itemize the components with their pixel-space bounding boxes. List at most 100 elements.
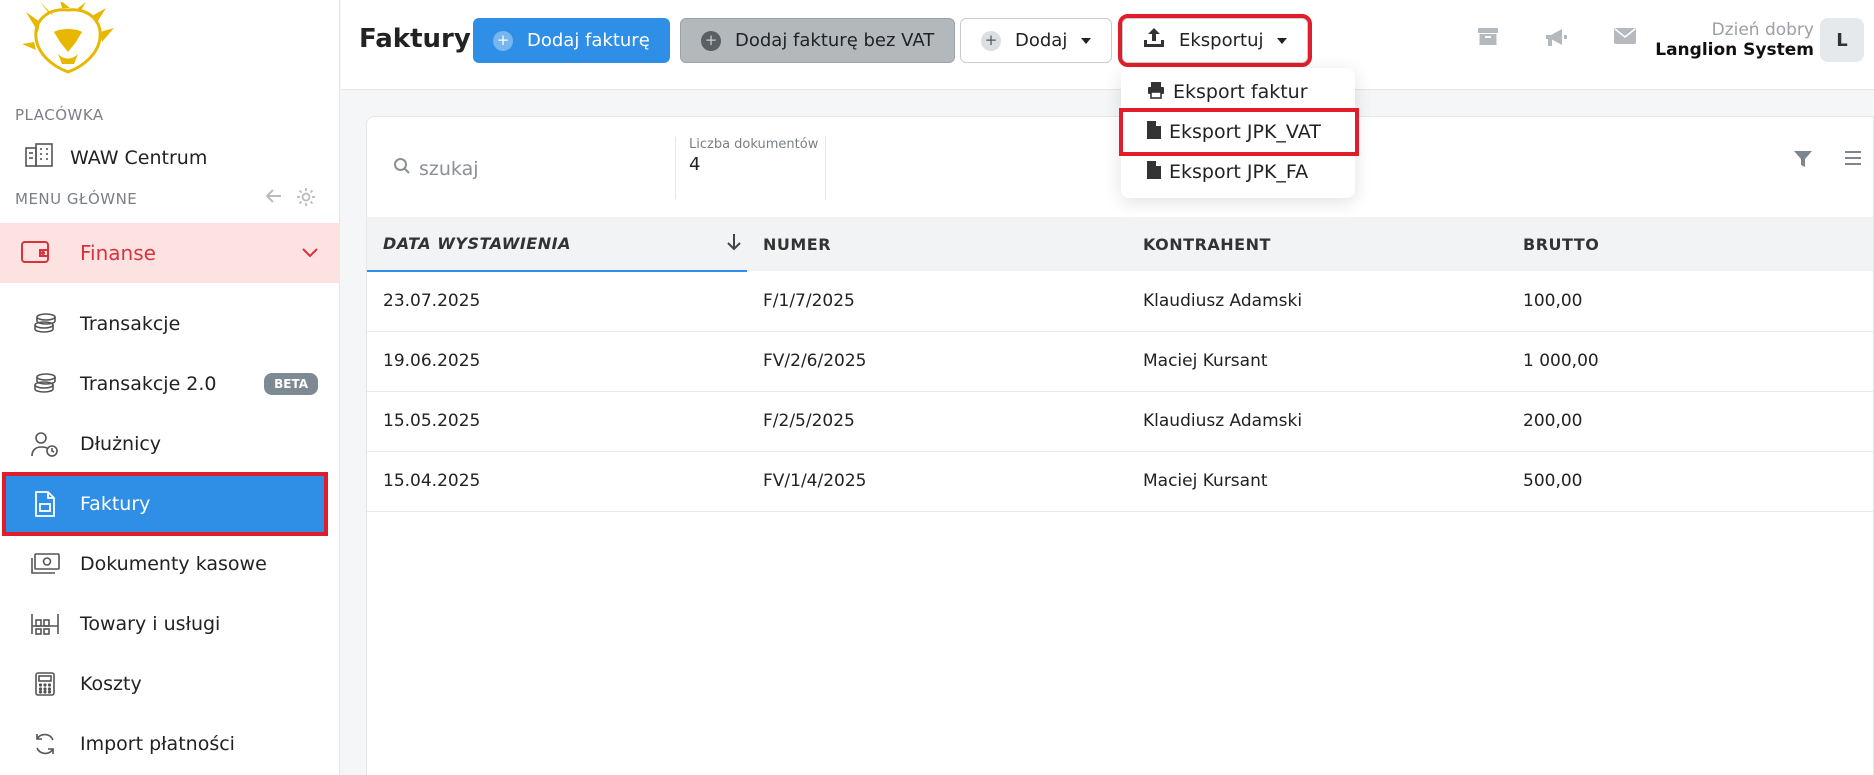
- building-icon: [24, 142, 54, 173]
- column-header-brutto[interactable]: BRUTTO: [1507, 217, 1873, 271]
- cash-banknote-icon: [30, 549, 60, 579]
- calculator-icon: [30, 669, 60, 699]
- add-label: Dodaj: [1015, 30, 1068, 51]
- sidebar-item-transakcje-2[interactable]: Transakcje 2.0 BETA: [0, 356, 340, 412]
- menu-item-label: Eksport JPK_VAT: [1169, 121, 1321, 143]
- cell-gross: 100,00: [1523, 290, 1583, 311]
- lion-logo-icon[interactable]: [18, 0, 118, 80]
- sidebar-item-label: Import płatności: [80, 733, 235, 755]
- cell-gross: 500,00: [1523, 471, 1583, 491]
- plus-circle-icon: +: [493, 30, 513, 51]
- caret-down-icon: [1277, 37, 1288, 44]
- sidebar-item-towary-i-uslugi[interactable]: Towary i usługi: [0, 596, 340, 652]
- sidebar-item-koszty[interactable]: Koszty: [0, 656, 340, 712]
- cell-contractor: Maciej Kursant: [1143, 351, 1268, 371]
- cell-gross: 1 000,00: [1523, 351, 1599, 371]
- cell-contractor: Klaudiusz Adamski: [1143, 411, 1303, 431]
- file-icon: [1147, 120, 1161, 144]
- wallet-icon: [20, 238, 50, 268]
- archive-box-icon[interactable]: [1478, 28, 1498, 52]
- refresh-sync-icon: [30, 729, 60, 759]
- user-greeting[interactable]: Dzień dobry Langlion System: [1655, 20, 1814, 60]
- column-header-data-wystawienia[interactable]: DATA WYSTAWIENIA: [367, 217, 747, 272]
- top-header: Faktury + Dodaj fakturę + Dodaj fakturę …: [341, 0, 1874, 90]
- add-invoice-no-vat-button[interactable]: + Dodaj fakturę bez VAT: [680, 18, 956, 63]
- sidebar-item-dluznicy[interactable]: Dłużnicy: [0, 416, 340, 472]
- menu-section-label: MENU GŁÓWNE: [15, 190, 138, 208]
- table-header-row: DATA WYSTAWIENIA NUMER KONTRAHENT BRUTTO: [367, 217, 1873, 272]
- sidebar-item-dokumenty-kasowe[interactable]: Dokumenty kasowe: [0, 536, 340, 592]
- coins-icon: [30, 369, 60, 399]
- sun-icon[interactable]: [297, 188, 315, 211]
- add-invoice-label: Dodaj fakturę: [527, 30, 650, 51]
- sidebar: PLACÓWKA WAW Centrum MENU GŁÓWNE Finanse: [0, 0, 340, 775]
- upload-icon: [1143, 27, 1165, 54]
- menu-lines-icon[interactable]: [1843, 149, 1863, 173]
- invoices-card: szukaj Liczba dokumentów 4 DATA WYSTAWIE…: [366, 116, 1874, 775]
- branch-name: WAW Centrum: [70, 146, 208, 169]
- avatar[interactable]: L: [1820, 18, 1864, 62]
- divider: [825, 137, 826, 199]
- document-count-label: Liczba dokumentów: [689, 137, 819, 152]
- cell-number: F/1/7/2025: [763, 290, 855, 311]
- sidebar-item-faktury[interactable]: Faktury: [2, 472, 328, 536]
- menu-item-export-invoices[interactable]: Eksport faktur: [1121, 72, 1355, 112]
- cell-number: FV/2/6/2025: [763, 351, 867, 371]
- sidebar-item-transakcje[interactable]: Transakcje: [0, 296, 340, 352]
- menu-item-export-jpk-vat[interactable]: Eksport JPK_VAT: [1119, 108, 1359, 156]
- mail-icon[interactable]: [1614, 28, 1636, 52]
- add-invoice-button[interactable]: + Dodaj fakturę: [473, 18, 670, 63]
- export-dropdown-menu: Eksport faktur Eksport JPK_VAT Eksport J…: [1119, 68, 1359, 198]
- filter-icon[interactable]: [1793, 149, 1813, 173]
- table-row[interactable]: 15.04.2025 FV/1/4/2025 Maciej Kursant 50…: [367, 451, 1873, 511]
- shelf-products-icon: [30, 609, 60, 639]
- add-dropdown-button[interactable]: + Dodaj: [960, 18, 1113, 63]
- menu-item-export-jpk-fa[interactable]: Eksport JPK_FA: [1121, 152, 1355, 192]
- cell-date: 15.05.2025: [383, 411, 481, 431]
- table-row[interactable]: 19.06.2025 FV/2/6/2025 Maciej Kursant 1 …: [367, 331, 1873, 391]
- divider: [675, 137, 676, 199]
- column-header-kontrahent[interactable]: KONTRAHENT: [1127, 217, 1507, 271]
- branch-selector[interactable]: WAW Centrum: [24, 142, 207, 173]
- printer-icon: [1147, 81, 1165, 104]
- branch-section-label: PLACÓWKA: [15, 106, 104, 124]
- sidebar-item-label: Faktury: [80, 493, 151, 515]
- column-header-numer[interactable]: NUMER: [747, 217, 1127, 271]
- sidebar-item-import-platnosci[interactable]: Import płatności: [0, 716, 340, 772]
- search-icon: [393, 157, 411, 180]
- export-dropdown-button[interactable]: Eksportuj: [1117, 14, 1313, 67]
- cell-date: 19.06.2025: [383, 351, 481, 371]
- header-icons: [1478, 28, 1636, 52]
- invoice-document-icon: [30, 489, 60, 519]
- megaphone-icon[interactable]: [1544, 28, 1568, 52]
- debtor-user-clock-icon: [30, 429, 60, 459]
- greeting-text: Dzień dobry: [1711, 20, 1814, 40]
- arrow-down-sort-icon[interactable]: [727, 233, 741, 255]
- plus-circle-icon: +: [981, 30, 1001, 51]
- list-toolbar: szukaj Liczba dokumentów 4: [367, 117, 1873, 217]
- menu-tools: [265, 188, 315, 211]
- menu-item-label: Eksport faktur: [1173, 81, 1308, 103]
- menu-group-label: Finanse: [80, 241, 156, 265]
- file-icon: [1147, 160, 1161, 184]
- coins-icon: [30, 309, 60, 339]
- add-invoice-no-vat-label: Dodaj fakturę bez VAT: [735, 30, 935, 51]
- sidebar-item-label: Koszty: [80, 673, 142, 695]
- arrow-left-icon[interactable]: [265, 188, 283, 211]
- menu-item-label: Eksport JPK_FA: [1169, 161, 1309, 183]
- table-row[interactable]: 15.05.2025 F/2/5/2025 Klaudiusz Adamski …: [367, 391, 1873, 451]
- search-input[interactable]: szukaj: [393, 157, 479, 180]
- cell-date: 15.04.2025: [383, 471, 481, 491]
- sidebar-item-label: Transakcje 2.0: [80, 373, 217, 395]
- invoices-table: DATA WYSTAWIENIA NUMER KONTRAHENT BRUTTO…: [367, 217, 1873, 512]
- chevron-down-icon[interactable]: [302, 243, 318, 262]
- table-row[interactable]: 23.07.2025 F/1/7/2025 Klaudiusz Adamski …: [367, 271, 1873, 331]
- menu-group-finanse[interactable]: Finanse: [0, 223, 340, 283]
- sidebar-item-label: Towary i usługi: [80, 613, 221, 635]
- document-count: Liczba dokumentów 4: [689, 137, 818, 175]
- user-name: Langlion System: [1655, 40, 1814, 60]
- cell-date: 23.07.2025: [383, 291, 481, 312]
- table-tools: [1793, 149, 1863, 173]
- search-placeholder: szukaj: [419, 157, 479, 180]
- page-title: Faktury: [359, 24, 471, 54]
